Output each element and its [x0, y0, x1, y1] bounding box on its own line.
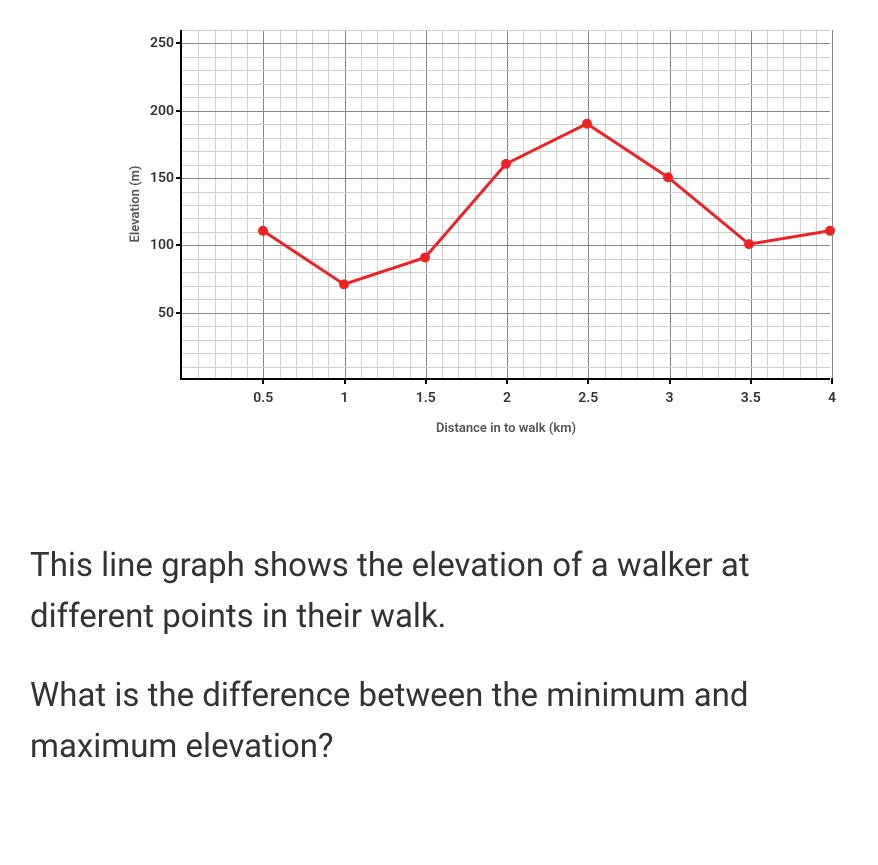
x-tick-label: 2 — [487, 390, 527, 406]
x-tick-label: 0.5 — [243, 390, 283, 406]
x-tick-label: 4 — [812, 390, 852, 406]
x-tick-mark — [262, 378, 264, 384]
data-polyline — [263, 124, 830, 285]
data-point — [501, 159, 511, 169]
y-tick-label: 250 — [142, 35, 174, 51]
y-tick-label: 50 — [142, 305, 174, 321]
data-point — [744, 239, 754, 249]
question-paragraph-1: This line graph shows the elevation of a… — [30, 540, 848, 642]
y-tick-mark — [176, 110, 182, 112]
data-point — [825, 226, 835, 236]
x-tick-label: 2.5 — [568, 390, 608, 406]
data-point — [339, 279, 349, 289]
data-point — [582, 119, 592, 129]
x-tick-mark — [344, 378, 346, 384]
data-point — [663, 172, 673, 182]
y-tick-label: 200 — [142, 103, 174, 119]
question-paragraph-2: What is the difference between the minim… — [30, 670, 848, 772]
y-tick-mark — [176, 244, 182, 246]
y-tick-mark — [176, 42, 182, 44]
data-line-svg — [182, 30, 830, 378]
x-axis-label: Distance in to walk (km) — [436, 421, 576, 436]
plot-area: Elevation (m) Distance in to walk (km) 5… — [180, 30, 830, 380]
y-tick-label: 100 — [142, 237, 174, 253]
x-tick-label: 1.5 — [406, 390, 446, 406]
chart-container: Elevation (m) Distance in to walk (km) 5… — [80, 20, 860, 460]
grid-line-v — [832, 30, 833, 378]
y-tick-mark — [176, 177, 182, 179]
x-tick-label: 1 — [325, 390, 365, 406]
x-tick-mark — [506, 378, 508, 384]
question-text: This line graph shows the elevation of a… — [30, 540, 848, 773]
x-tick-label: 3.5 — [731, 390, 771, 406]
y-axis-label: Elevation (m) — [128, 166, 143, 243]
y-tick-label: 150 — [142, 170, 174, 186]
data-point — [258, 226, 268, 236]
x-tick-mark — [831, 378, 833, 384]
y-tick-mark — [176, 312, 182, 314]
x-tick-mark — [587, 378, 589, 384]
x-tick-mark — [669, 378, 671, 384]
x-tick-mark — [425, 378, 427, 384]
data-point — [420, 253, 430, 263]
x-tick-label: 3 — [650, 390, 690, 406]
x-tick-mark — [750, 378, 752, 384]
